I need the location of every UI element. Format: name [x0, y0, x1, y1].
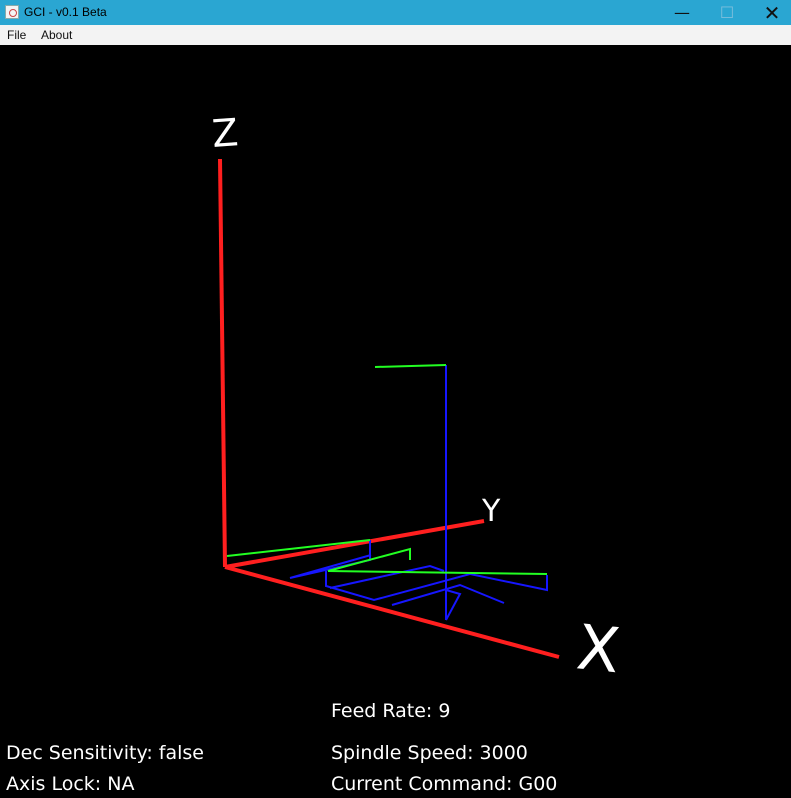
close-button[interactable]: ✕ — [749, 0, 791, 25]
rapid-right — [327, 570, 548, 575]
3d-viewport[interactable]: Z Y X — [0, 45, 791, 798]
x-axis-label: X — [573, 610, 623, 687]
spindle-speed-readout: Spindle Speed: 3000 — [331, 742, 528, 764]
cut-path-diagonal — [391, 583, 505, 606]
rapid-path — [226, 364, 548, 575]
title-bar[interactable]: GCI - v0.1 Beta — ☐ ✕ — [0, 0, 791, 25]
dec-sensitivity-readout: Dec Sensitivity: false — [6, 742, 204, 764]
window-title: GCI - v0.1 Beta — [24, 5, 107, 19]
cut-path — [289, 365, 548, 621]
cut-path-short — [445, 589, 462, 621]
x-axis — [224, 565, 560, 659]
minimize-button[interactable]: — — [659, 0, 705, 25]
gcode-preview-canvas[interactable]: Z Y X — [0, 45, 791, 798]
current-command-readout: Current Command: G00 — [331, 773, 558, 795]
menu-bar: File About — [0, 25, 791, 45]
y-axis-label: Y — [481, 494, 501, 529]
z-axis — [218, 158, 227, 568]
menu-about[interactable]: About — [41, 28, 72, 42]
axis-lock-readout: Axis Lock: NA — [6, 773, 135, 795]
java-app-icon — [5, 5, 19, 19]
cut-path-lower-loop — [325, 571, 548, 602]
rapid-top — [374, 364, 447, 368]
feed-rate-readout: Feed Rate: 9 — [331, 700, 451, 722]
menu-file[interactable]: File — [7, 28, 26, 42]
maximize-button[interactable]: ☐ — [704, 0, 750, 25]
z-axis-label: Z — [211, 110, 240, 156]
